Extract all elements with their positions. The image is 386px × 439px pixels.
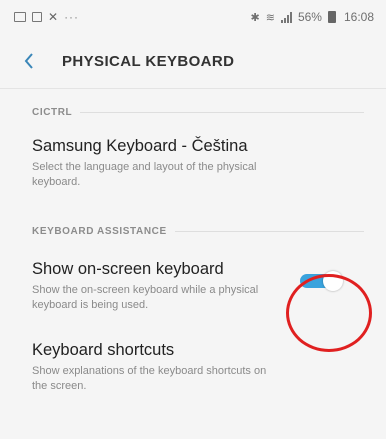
show-on-screen-keyboard-toggle[interactable] bbox=[298, 270, 343, 292]
gallery-notification-icon bbox=[14, 12, 26, 22]
status-right: ✱ ≋ 56% 16:08 bbox=[251, 10, 375, 24]
item-description: Select the language and layout of the ph… bbox=[32, 161, 257, 188]
toggle-knob bbox=[323, 271, 343, 291]
section-divider bbox=[80, 111, 364, 113]
status-left: ✕ ··· bbox=[14, 10, 79, 24]
item-description: Show explanations of the keyboard shortc… bbox=[32, 365, 267, 392]
item-description: Show the on-screen keyboard while a phys… bbox=[32, 284, 259, 311]
section-header-keyboard-assistance: KEYBOARD ASSISTANCE bbox=[0, 216, 386, 246]
section-divider bbox=[174, 230, 364, 232]
list-item-keyboard-shortcuts[interactable]: Keyboard shortcuts Show explanations of … bbox=[0, 325, 386, 406]
chevron-left-icon bbox=[24, 53, 33, 69]
phone-screen: ✕ ··· ✱ ≋ 56% 16:08 PHYSICAL KEYBOARD CI… bbox=[0, 0, 386, 439]
missed-call-icon: ✕ bbox=[48, 10, 59, 24]
list-item-samsung-keyboard[interactable]: Samsung Keyboard - Čeština Select the la… bbox=[0, 127, 386, 202]
message-notification-icon bbox=[32, 12, 42, 22]
app-bar: PHYSICAL KEYBOARD bbox=[0, 34, 386, 89]
page-title: PHYSICAL KEYBOARD bbox=[62, 52, 235, 70]
wifi-icon: ≋ bbox=[265, 11, 275, 24]
bluetooth-icon: ✱ bbox=[250, 11, 260, 24]
status-bar: ✕ ··· ✱ ≋ 56% 16:08 bbox=[0, 0, 386, 34]
battery-icon bbox=[327, 11, 336, 23]
more-notifications-icon: ··· bbox=[64, 10, 80, 24]
item-title: Samsung Keyboard - Čeština bbox=[32, 137, 248, 155]
signal-icon bbox=[280, 11, 292, 23]
back-button[interactable] bbox=[22, 53, 36, 69]
battery-percent: 56% bbox=[297, 10, 322, 24]
clock: 16:08 bbox=[343, 10, 374, 24]
item-title: Keyboard shortcuts bbox=[32, 341, 175, 359]
section-label: KEYBOARD ASSISTANCE bbox=[32, 225, 167, 237]
list-item-show-on-screen-keyboard[interactable]: Show on-screen keyboard Show the on-scre… bbox=[0, 246, 386, 325]
section-label: CICTRL bbox=[32, 106, 73, 118]
section-header-cictrl: CICTRL bbox=[0, 97, 386, 127]
